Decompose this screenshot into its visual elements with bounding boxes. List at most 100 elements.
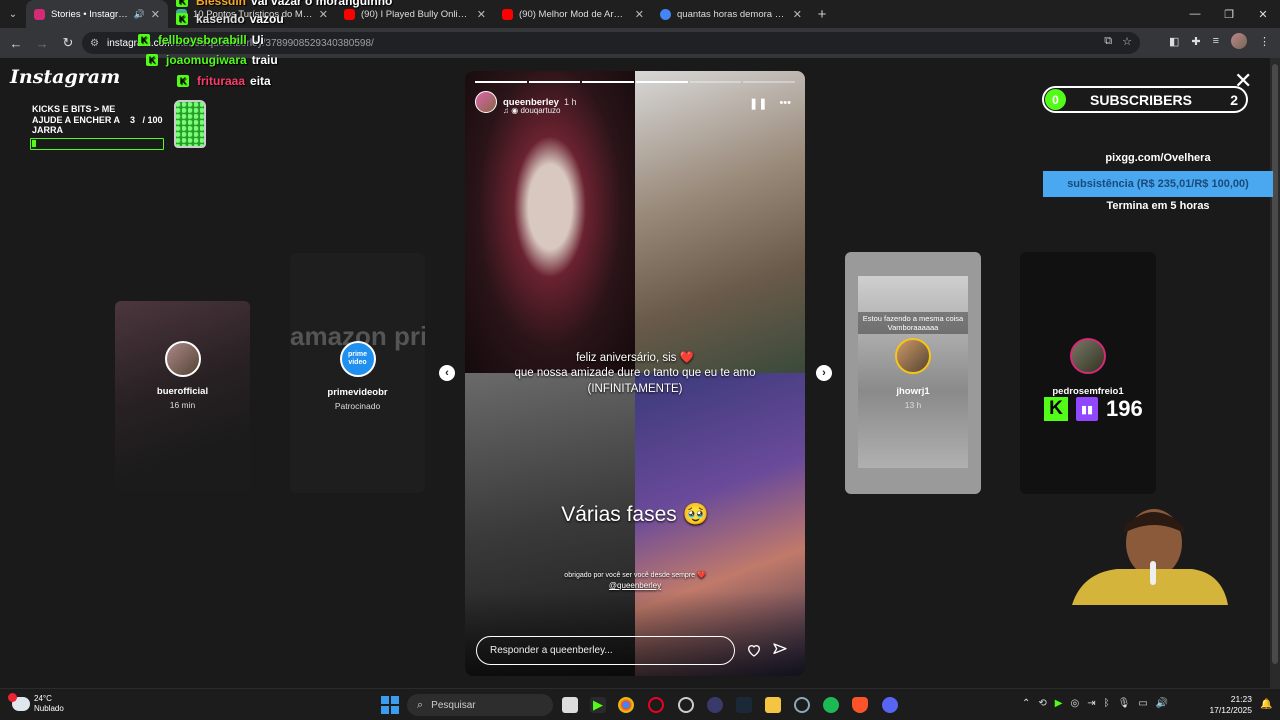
story-photo-top-left xyxy=(465,71,635,373)
instagram-favicon-icon xyxy=(34,8,45,20)
back-icon[interactable]: ← xyxy=(4,31,28,55)
notification-icon[interactable]: 🔔 xyxy=(1260,699,1272,710)
kick-badge-icon: K xyxy=(177,75,189,87)
close-tab-icon[interactable]: ✕ xyxy=(635,8,644,21)
steam-icon[interactable] xyxy=(736,697,752,713)
side-story-primevideobr[interactable]: amazon prim prime video primevideobr Pat… xyxy=(290,253,425,493)
forward-icon[interactable]: → xyxy=(30,31,54,55)
obs-icon[interactable] xyxy=(678,697,694,713)
avatar xyxy=(164,341,201,377)
show-hidden-icons[interactable]: ⌃ xyxy=(1022,698,1030,709)
kick-badge-icon: K xyxy=(176,0,188,7)
pix-goal-bar: subsistência (R$ 235,01/R$ 100,00) xyxy=(1043,171,1273,197)
system-tray: ⌃ ⟲ ▶ ◎ ⇥ ᛒ 🎙 ▭ 🔊 xyxy=(1022,698,1168,709)
side-story-pedrosemfreio1[interactable]: pedrosemfreio1 xyxy=(1020,252,1156,494)
tab-google-search[interactable]: quantas horas demora pra zerar ✕ xyxy=(652,0,810,28)
bookmark-star-icon[interactable]: ☆ xyxy=(1122,35,1132,48)
discord-icon[interactable] xyxy=(882,697,898,713)
streamer-webcam xyxy=(1072,509,1228,605)
side-story-jhowrj1[interactable]: Estou fazendo a mesma coisa Vamboraaaaaa… xyxy=(845,252,981,494)
youtube-favicon-icon xyxy=(344,8,355,20)
youtube-favicon-icon xyxy=(502,8,513,20)
close-window-icon[interactable]: ✕ xyxy=(1246,0,1280,28)
kick-badge-icon: K xyxy=(138,34,150,46)
prime-video-avatar: prime video xyxy=(339,341,376,377)
more-options-icon[interactable]: ••• xyxy=(779,97,791,110)
tab-search-icon[interactable]: ⌄ xyxy=(0,0,26,28)
chat-message: K frituraaa eita xyxy=(177,74,271,88)
tab-instagram-stories[interactable]: Stories • Instagram 🔊 ✕ xyxy=(26,0,168,28)
avatar xyxy=(895,338,931,374)
speaker-icon[interactable]: 🔊 xyxy=(134,9,145,20)
story-overlay-text: Estou fazendo a mesma coisa Vamboraaaaaa xyxy=(858,312,968,334)
sync-icon[interactable]: ⟲ xyxy=(1038,698,1046,709)
send-icon[interactable] xyxy=(772,642,788,658)
story-mention[interactable]: @queenberley xyxy=(465,581,805,590)
next-story-button[interactable]: › xyxy=(816,365,832,381)
system-clock[interactable]: 21:23 17/12/2025 xyxy=(1208,694,1252,716)
install-app-icon[interactable]: ⧉ xyxy=(1104,35,1112,48)
story-reply-input[interactable]: Responder a queenberley... xyxy=(476,636,735,665)
kick-tray-icon[interactable]: ▶ xyxy=(1055,698,1063,709)
close-tab-icon[interactable]: ✕ xyxy=(477,8,486,21)
story-caption-line2: que nossa amizade dure o tanto que eu te… xyxy=(514,367,756,379)
app-tray-icon[interactable]: ◎ xyxy=(1070,698,1079,709)
opera-icon[interactable] xyxy=(648,697,664,713)
viewer-count: K ▮▮ 196 xyxy=(1044,396,1143,422)
tab-minecraft-youtube[interactable]: (90) Melhor Mod de Arma no Minecraft ✕ xyxy=(494,0,652,28)
reload-icon[interactable]: ↻ xyxy=(56,31,80,55)
instagram-logo[interactable]: Instagram xyxy=(10,66,120,88)
taskbar-search[interactable]: ⌕ Pesquisar xyxy=(407,694,553,716)
menu-kebab-icon[interactable]: ⋮ xyxy=(1259,35,1270,48)
app-tray-icon[interactable]: ⇥ xyxy=(1087,698,1095,709)
main-story-viewer[interactable]: queenberley 1 h ♫ ◉ douqartuzo ❚❚ ••• fe… xyxy=(465,71,805,676)
kick-badge-icon: K xyxy=(176,13,188,25)
instagram-stories-page: Instagram ✕ buerofficial 16 min amazon p… xyxy=(0,58,1280,688)
heart-icon[interactable] xyxy=(746,642,762,658)
story-author-avatar[interactable] xyxy=(475,91,497,113)
jar-goal-progress xyxy=(30,138,164,150)
jar-goal-fill xyxy=(32,140,36,147)
google-favicon-icon xyxy=(660,8,671,20)
chat-message: K Blessdin vai vazar o moranguinho xyxy=(176,0,392,8)
brave-icon[interactable] xyxy=(852,697,868,713)
story-controls: ❚❚ ••• xyxy=(749,97,791,110)
extensions-puzzle-icon[interactable]: ✚ xyxy=(1191,35,1200,48)
weather-widget[interactable]: 24°C Nublado xyxy=(8,693,64,714)
file-explorer-icon[interactable] xyxy=(765,697,781,713)
restore-icon[interactable]: ❐ xyxy=(1212,0,1246,28)
cloud-icon xyxy=(8,693,30,711)
previous-story-button[interactable]: ‹ xyxy=(439,365,455,381)
close-tab-icon[interactable]: ✕ xyxy=(151,8,160,21)
volume-icon[interactable]: 🔊 xyxy=(1156,698,1168,709)
story-caption-small: obrigado por você ser você desde sempre … xyxy=(564,572,706,579)
network-icon[interactable]: ▭ xyxy=(1138,698,1147,709)
story-time: 1 h xyxy=(563,97,577,107)
pause-icon[interactable]: ❚❚ xyxy=(749,97,767,110)
minimize-icon[interactable]: — xyxy=(1178,0,1212,28)
subscribers-goal: 0 SUBSCRIBERS 2 xyxy=(1042,86,1248,113)
microphone-icon[interactable]: 🎙 xyxy=(1118,698,1131,709)
close-tab-icon[interactable]: ✕ xyxy=(793,8,802,21)
jar-goal-count: 3 / 100 xyxy=(130,115,163,125)
app-icon[interactable] xyxy=(707,697,723,713)
chrome-icon[interactable] xyxy=(618,697,634,713)
app-icon[interactable] xyxy=(794,697,810,713)
story-music-tag[interactable]: ♫ ◉ douqartuzo xyxy=(503,106,560,115)
bluetooth-icon[interactable]: ᛒ xyxy=(1104,698,1110,709)
spotify-icon[interactable] xyxy=(823,697,839,713)
new-tab-button[interactable]: + xyxy=(810,6,834,23)
chat-message: K kasendo vazou xyxy=(176,12,284,26)
start-button[interactable] xyxy=(381,696,399,714)
chat-message: K fellboysborabill Ui xyxy=(138,33,264,47)
media-controls-icon[interactable]: ≡ xyxy=(1213,35,1219,47)
pix-end-time: Termina em 5 horas xyxy=(1106,200,1210,212)
avatar xyxy=(1070,338,1106,374)
extension-icon[interactable]: ◧ xyxy=(1169,35,1179,48)
chat-message: K joaomugiwara traiu xyxy=(146,53,278,67)
close-tab-icon[interactable]: ✕ xyxy=(319,8,328,21)
profile-avatar[interactable] xyxy=(1231,33,1247,49)
kick-app-icon[interactable]: ▶ xyxy=(590,697,606,713)
task-view-icon[interactable] xyxy=(562,697,578,713)
site-info-icon[interactable]: ⚙ xyxy=(90,38,99,49)
